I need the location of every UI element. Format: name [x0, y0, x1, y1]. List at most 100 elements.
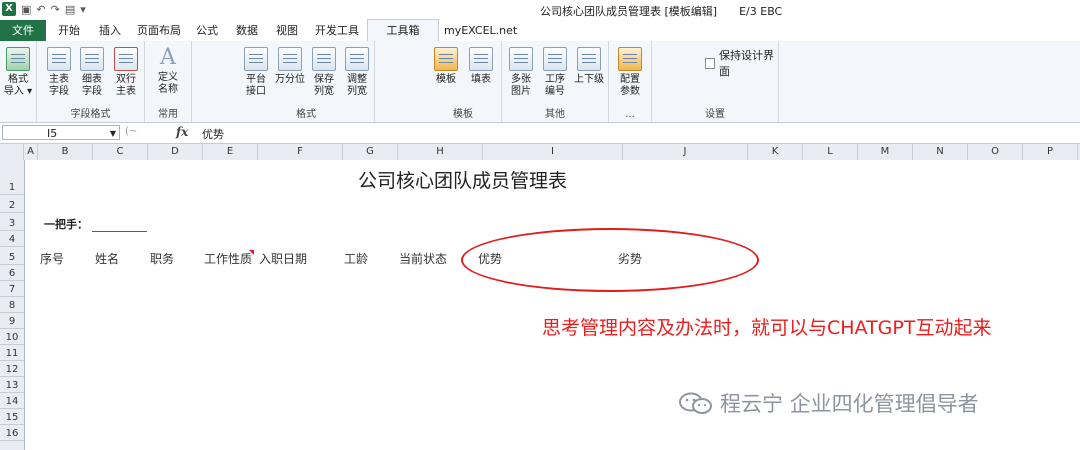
main-table-field-button[interactable]: 主表 字段	[41, 47, 77, 98]
header-work-nature[interactable]: 工作性质	[204, 250, 252, 267]
btn-label: 双行	[116, 74, 136, 85]
header-seniority[interactable]: 工龄	[344, 250, 368, 267]
row-header-15[interactable]: 15	[0, 409, 24, 425]
column-header-p[interactable]: P	[1023, 144, 1078, 160]
adjust-column-width-button[interactable]: 调整 列宽	[339, 47, 375, 98]
btn-label: 参数	[620, 86, 640, 97]
excel-app-icon[interactable]: X	[2, 2, 16, 16]
row-header-16[interactable]: 16	[0, 425, 24, 441]
row-header-7[interactable]: 7	[0, 281, 24, 297]
column-header-h[interactable]: H	[398, 144, 483, 160]
row-header-6[interactable]: 6	[0, 265, 24, 281]
header-entry-date[interactable]: 入职日期	[259, 250, 307, 267]
row-header-10[interactable]: 10	[0, 329, 24, 345]
tab-home[interactable]: 开始	[51, 20, 87, 41]
btn-label: 接口	[246, 86, 266, 97]
column-header-o[interactable]: O	[968, 144, 1023, 160]
row-header-3[interactable]: 3	[0, 213, 24, 231]
checkbox-box[interactable]	[705, 57, 716, 69]
btn-label: 编号	[545, 86, 565, 97]
save-column-width-button[interactable]: 保存 列宽	[306, 47, 342, 98]
group-label: 设置	[705, 109, 725, 120]
fx-icon[interactable]: fx	[176, 125, 188, 139]
tab-developer[interactable]: 开发工具	[309, 20, 365, 41]
double-row-main-button[interactable]: 双行 主表	[108, 47, 144, 98]
platform-interface-button[interactable]: 平台 接口	[238, 47, 274, 98]
tab-view[interactable]: 视图	[271, 20, 303, 41]
column-header-b[interactable]: B	[38, 144, 93, 160]
tab-formulas[interactable]: 公式	[191, 20, 223, 41]
btn-label: 调整	[347, 74, 367, 85]
tab-file[interactable]: 文件	[0, 20, 46, 41]
row-header-14[interactable]: 14	[0, 393, 24, 409]
name-box[interactable]: I5 ▼	[2, 125, 120, 140]
undo-icon[interactable]: ↶	[36, 3, 45, 16]
chevron-down-icon[interactable]: ▼	[110, 126, 116, 141]
save-icon[interactable]: ▣	[21, 3, 31, 16]
quick-access-toolbar: X ▣ ↶ ↷ ▤ ▾	[2, 2, 86, 16]
fill-form-icon	[469, 47, 493, 71]
row-header-5[interactable]: 5	[0, 247, 24, 265]
header-position[interactable]: 职务	[150, 250, 174, 267]
btn-label: 配置	[620, 74, 640, 85]
header-status[interactable]: 当前状态	[399, 250, 447, 267]
multi-images-button[interactable]: 多张 图片	[503, 47, 539, 98]
process-number-button[interactable]: 工序 编号	[537, 47, 573, 98]
select-all-corner[interactable]	[0, 144, 24, 160]
row-header-11[interactable]: 11	[0, 345, 24, 361]
redo-icon[interactable]: ↷	[51, 3, 60, 16]
ribbon: 格式 导入 ▾ 主表 字段 细表 字段 双行 主表 字段格式 A 定义 名称 常…	[0, 41, 1080, 123]
tab-page-layout[interactable]: 页面布局	[133, 20, 185, 41]
row-header-9[interactable]: 9	[0, 313, 24, 329]
tab-data[interactable]: 数据	[231, 20, 263, 41]
header-name[interactable]: 姓名	[95, 250, 119, 267]
column-header-l[interactable]: L	[803, 144, 858, 160]
process-number-icon	[543, 47, 567, 71]
keep-design-checkbox[interactable]: 保持设计界面	[705, 47, 778, 79]
column-header-c[interactable]: C	[93, 144, 148, 160]
tab-insert[interactable]: 插入	[92, 20, 128, 41]
hierarchy-button[interactable]: 上下级	[571, 47, 607, 86]
column-header-a[interactable]: A	[24, 144, 38, 160]
row-header-2[interactable]: 2	[0, 195, 24, 213]
detail-table-field-button[interactable]: 细表 字段	[74, 47, 110, 98]
customize-qat-icon[interactable]: ▾	[80, 3, 86, 16]
btn-label: 保存	[314, 74, 334, 85]
column-header-j[interactable]: J	[623, 144, 748, 160]
template-button[interactable]: 模板	[428, 47, 464, 86]
row-header-13[interactable]: 13	[0, 377, 24, 393]
btn-label: 主表	[116, 86, 136, 97]
wechat-icon	[679, 392, 712, 414]
header-seq[interactable]: 序号	[40, 250, 64, 267]
column-header-n[interactable]: N	[913, 144, 968, 160]
print-preview-icon[interactable]: ▤	[65, 3, 75, 16]
btn-label: 模板	[436, 74, 456, 85]
ten-thousandth-button[interactable]: 万分位	[272, 47, 308, 86]
row-header-12[interactable]: 12	[0, 361, 24, 377]
row-header-4[interactable]: 4	[0, 231, 24, 247]
owner-input-line[interactable]	[92, 231, 147, 232]
row-header-8[interactable]: 8	[0, 297, 24, 313]
tab-myexcel[interactable]: myEXCEL.net	[444, 20, 517, 41]
group-template: 模板 填表 模板	[425, 41, 502, 122]
column-header-i[interactable]: I	[483, 144, 623, 160]
group-label: 常用	[158, 109, 178, 120]
define-name-button[interactable]: A 定义 名称	[150, 47, 186, 96]
keep-design-label: 保持设计界面	[719, 49, 775, 78]
import-format-button[interactable]: 格式 导入 ▾	[0, 47, 36, 98]
fill-form-button[interactable]: 填表	[463, 47, 499, 86]
config-params-button[interactable]: 配置 参数	[612, 47, 648, 98]
column-header-g[interactable]: G	[343, 144, 398, 160]
formula-input[interactable]: 优势	[202, 126, 224, 142]
tab-toolbox[interactable]: 工具箱	[367, 19, 439, 43]
btn-label: 列宽	[314, 86, 334, 97]
column-header-d[interactable]: D	[148, 144, 203, 160]
ribbon-tabs: 文件 开始 插入 页面布局 公式 数据 视图 开发工具 工具箱 myEXCEL.…	[0, 19, 1080, 43]
column-header-k[interactable]: K	[748, 144, 803, 160]
row-header-1[interactable]: 1	[0, 160, 24, 195]
column-header-m[interactable]: M	[858, 144, 913, 160]
column-header-f[interactable]: F	[258, 144, 343, 160]
column-header-e[interactable]: E	[203, 144, 258, 160]
btn-label: 字段	[82, 86, 102, 97]
comment-indicator[interactable]	[249, 250, 254, 255]
